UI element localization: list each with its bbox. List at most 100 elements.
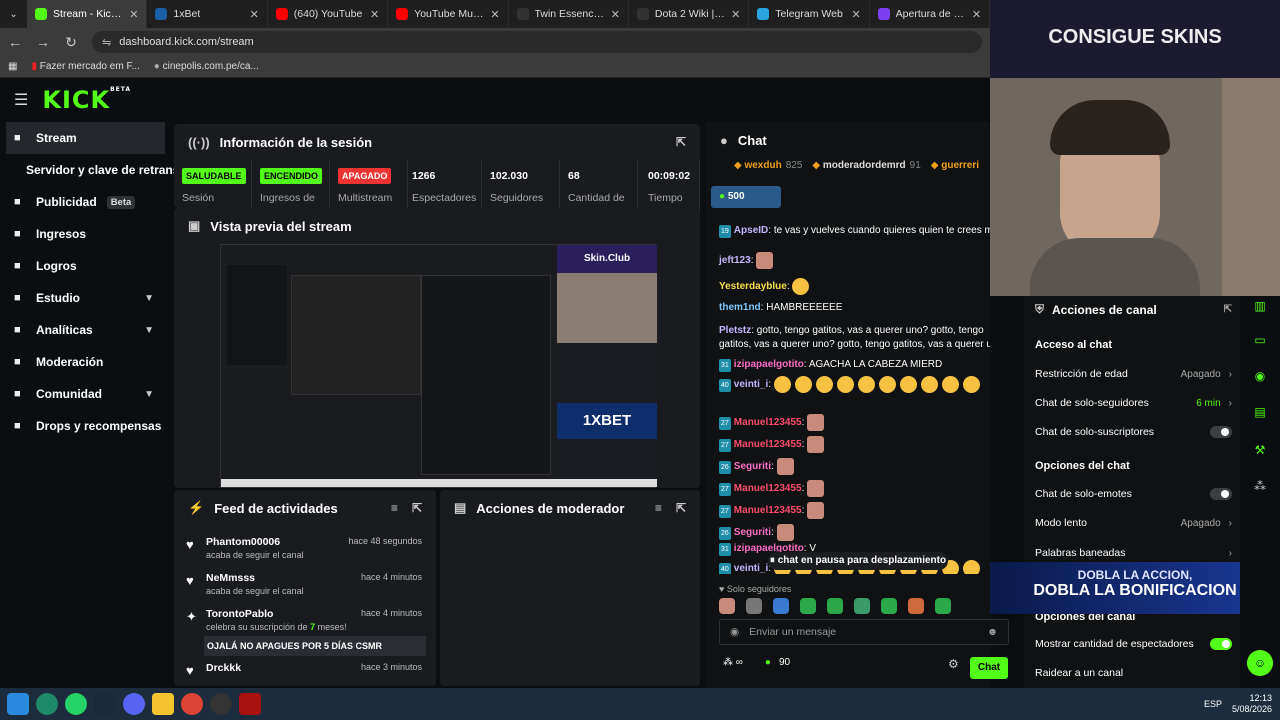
bookmark-2[interactable]: ● cinepolis.com.pe/ca... [154, 61, 259, 72]
filter-icon[interactable]: ≡ [391, 501, 398, 515]
sidebar-item-4[interactable]: ■ Logros [0, 250, 170, 282]
emote-icon[interactable] [827, 598, 843, 614]
sidebar-item-9[interactable]: ■ Drops y recompensas [0, 410, 170, 442]
chat-send-button[interactable]: Chat [970, 657, 1008, 679]
emote-icon[interactable] [746, 598, 762, 614]
emotes-only-toggle[interactable] [1210, 488, 1232, 500]
browser-tab-1[interactable]: 1xBet ✕ [147, 0, 268, 28]
bookmark-1[interactable]: ▮ Fazer mercado em F... [31, 61, 139, 72]
subs-only-toggle[interactable] [1210, 426, 1232, 438]
raid-row[interactable]: Raidear a un canal [1035, 667, 1232, 679]
close-tab-icon[interactable]: ✕ [731, 8, 740, 21]
url-bar[interactable]: ⇋ dashboard.kick.com/stream [92, 31, 982, 53]
chrome-icon[interactable] [181, 693, 203, 715]
chat-username[interactable]: Manuel123455 [734, 439, 802, 450]
cluster-icon[interactable]: ⁂ ∞ [723, 657, 743, 668]
rail-icon-6[interactable]: ⁂ [1250, 476, 1270, 496]
browser-tab-4[interactable]: Twin Essence II - Liqu✕ [509, 0, 629, 28]
chat-username[interactable]: them1nd [719, 302, 761, 313]
chat-username[interactable]: Yesterdayblue [719, 281, 787, 292]
whatsapp-icon[interactable] [65, 693, 87, 715]
chat-username[interactable]: Manuel123455 [734, 483, 802, 494]
chevron-down-icon[interactable]: ▼ [144, 325, 154, 336]
popout-icon[interactable]: ⇱ [1224, 304, 1232, 315]
sidebar-item-8[interactable]: ■ Comunidad ▼ [0, 378, 170, 410]
sidebar-item-1[interactable]: Servidor y clave de retransm [0, 154, 190, 186]
banned-words-row[interactable]: Palabras baneadas › [1035, 547, 1232, 559]
reload-icon[interactable]: ↻ [64, 34, 78, 51]
emote-icon[interactable] [935, 598, 951, 614]
clock[interactable]: 12:13 5/08/2026 [1232, 693, 1272, 715]
emote-icon[interactable] [881, 598, 897, 614]
browser-tab-6[interactable]: Telegram Web ✕ [749, 0, 870, 28]
settings-icon[interactable]: ⚙ [948, 657, 959, 671]
chat-goal[interactable]: ● 500 [711, 186, 781, 208]
menu-icon[interactable]: ☰ [14, 90, 28, 110]
apps-icon[interactable]: ▦ [8, 61, 17, 72]
emoji-icon[interactable]: ☻ [987, 626, 998, 638]
chat-username[interactable]: veinti_i [734, 379, 768, 390]
kick-logo[interactable]: KICKBETA [42, 86, 131, 114]
viewer-count-row[interactable]: Mostrar cantidad de espectadores [1035, 638, 1232, 650]
chat-paused-banner[interactable]: ⏸ chat en pausa para desplazamiento [768, 552, 948, 570]
popout-icon[interactable]: ⇱ [412, 501, 422, 515]
folder-icon[interactable] [152, 693, 174, 715]
sidebar-item-7[interactable]: ■ Moderación [0, 346, 170, 378]
tab-list-icon[interactable]: ⌄ [0, 9, 27, 20]
forward-icon[interactable]: → [36, 34, 50, 50]
sidebar-item-0[interactable]: ■ Stream [6, 122, 165, 154]
chevron-down-icon[interactable]: ▼ [144, 389, 154, 400]
subs-only-row[interactable]: Chat de solo-suscriptores [1035, 426, 1232, 438]
start-icon[interactable] [7, 693, 29, 715]
steam-icon[interactable] [94, 693, 116, 715]
rail-icon-2[interactable]: ▭ [1250, 330, 1270, 350]
popout-icon[interactable]: ⇱ [676, 501, 686, 515]
stream-preview-video[interactable]: Skin.Club 1XBET [220, 244, 657, 488]
rail-icon-5[interactable]: ⚒ [1250, 440, 1270, 460]
slow-mode-row[interactable]: Modo lento Apagado › [1035, 517, 1232, 529]
chat-username[interactable]: jeft123 [719, 255, 751, 266]
chat-username[interactable]: veinti_i [734, 563, 768, 574]
sidebar-item-6[interactable]: ■ Analíticas ▼ [0, 314, 170, 346]
sidebar-item-3[interactable]: ■ Ingresos [0, 218, 170, 250]
chat-username[interactable]: izipapaelgotito [734, 359, 804, 370]
chat-username[interactable]: Seguriti [734, 527, 771, 538]
leaderboard-entry[interactable]: ◆ moderadordemrd 91 [812, 160, 920, 171]
close-tab-icon[interactable]: ✕ [851, 8, 860, 21]
followers-only-row[interactable]: Chat de solo-seguidores 6 min › [1035, 397, 1232, 409]
close-tab-icon[interactable]: ✕ [972, 8, 981, 21]
viewer-count-toggle[interactable] [1210, 638, 1232, 650]
language-indicator[interactable]: ESP [1204, 699, 1222, 709]
chat-username[interactable]: Pletstz [719, 325, 751, 336]
close-tab-icon[interactable]: ✕ [250, 8, 259, 21]
feed-username[interactable]: NeMmsss [206, 572, 255, 584]
chat-username[interactable]: ApseID [734, 225, 768, 236]
leaderboard-entry[interactable]: ◆ guerreri [931, 160, 979, 171]
emote-icon[interactable] [719, 598, 735, 614]
emote-icon[interactable] [854, 598, 870, 614]
sidebar-item-2[interactable]: ■ Publicidad Beta [0, 186, 170, 218]
feed-username[interactable]: Phantom00006 [206, 536, 280, 548]
support-chat-icon[interactable]: ☺ [1247, 650, 1273, 676]
chat-username[interactable]: Seguriti [734, 461, 771, 472]
feed-username[interactable]: Drckkk [206, 662, 241, 674]
emotes-only-row[interactable]: Chat de solo-emotes [1035, 488, 1232, 500]
browser-tab-2[interactable]: (640) YouTube ✕ [268, 0, 389, 28]
sidebar-item-5[interactable]: ■ Estudio ▼ [0, 282, 170, 314]
popout-icon[interactable]: ⇱ [676, 135, 686, 149]
obs-icon[interactable] [210, 693, 232, 715]
leaderboard-entry[interactable]: ◆ wexduh 825 [734, 160, 802, 171]
close-tab-icon[interactable]: ✕ [611, 8, 620, 21]
discord-icon[interactable] [123, 693, 145, 715]
rail-icon-4[interactable]: ▤ [1250, 402, 1270, 422]
rail-icon-3[interactable]: ◉ [1250, 366, 1270, 386]
close-tab-icon[interactable]: ✕ [490, 8, 499, 21]
close-tab-icon[interactable]: ✕ [370, 8, 379, 21]
chat-input[interactable]: ◉ Enviar un mensaje ☻ [719, 619, 1009, 645]
browser-tab-0[interactable]: Stream - Kick Dashb✕ [27, 0, 148, 28]
close-tab-icon[interactable]: ✕ [129, 8, 138, 21]
emote-icon[interactable] [908, 598, 924, 614]
chat-username[interactable]: Manuel123455 [734, 417, 802, 428]
edge-icon[interactable] [36, 693, 58, 715]
app-icon[interactable] [239, 693, 261, 715]
